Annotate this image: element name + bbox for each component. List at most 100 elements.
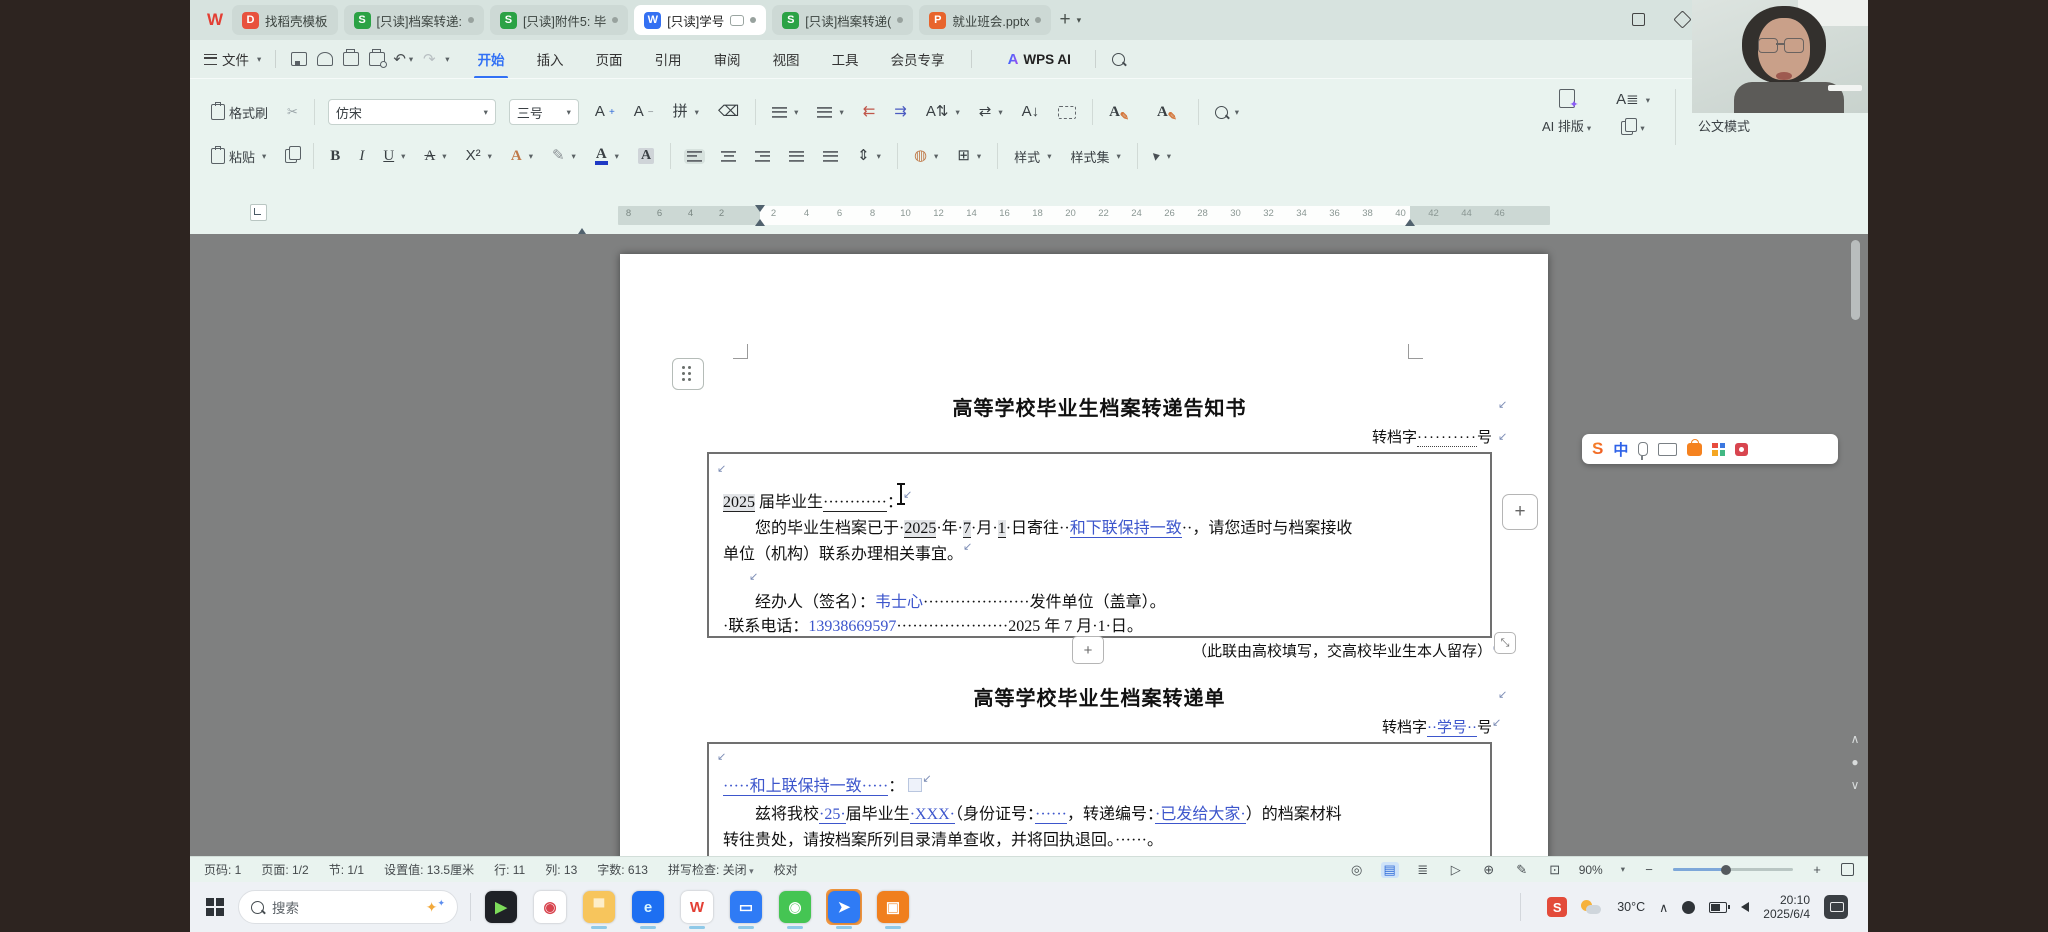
skin-grid-icon[interactable] xyxy=(1712,443,1725,456)
ime-toolbar[interactable]: S 中 xyxy=(1582,434,1838,464)
align-center-button[interactable] xyxy=(718,149,739,164)
document-tab[interactable]: P 就业班会.pptx xyxy=(919,5,1051,35)
restore-window-button[interactable] xyxy=(1628,9,1648,29)
taskbar-app[interactable]: W xyxy=(679,889,715,925)
zoom-out-button[interactable]: − xyxy=(1640,862,1658,877)
toolbox-icon[interactable] xyxy=(1687,443,1702,456)
bullet-list-button[interactable]: ▾ xyxy=(769,105,801,120)
zoom-slider-knob[interactable] xyxy=(1721,865,1731,875)
sticker-icon[interactable] xyxy=(1735,443,1748,456)
sort-button[interactable]: A↓ xyxy=(1019,101,1043,123)
menu-item[interactable]: 引用 xyxy=(653,41,684,77)
page-view-icon[interactable]: ▤ xyxy=(1381,862,1399,878)
status-item[interactable]: 拼写检查: 关闭 xyxy=(668,861,754,878)
outline-view-icon[interactable]: ≣ xyxy=(1414,862,1432,878)
tab-unsaved-dot[interactable] xyxy=(897,17,903,23)
taskbar-search[interactable]: 搜索 ✦✦ xyxy=(238,890,458,924)
paste-button[interactable]: 粘贴 ▾ xyxy=(208,145,269,168)
ime-tray-icon[interactable]: S xyxy=(1547,897,1567,917)
field-transfer-number[interactable]: ·已发给大家· xyxy=(1155,806,1246,824)
insert-object-button[interactable]: + xyxy=(1502,494,1538,530)
line-spacing-button[interactable]: ⇕▾ xyxy=(854,145,884,167)
search-button[interactable] xyxy=(1106,47,1132,71)
tray-dot-icon[interactable] xyxy=(1682,901,1695,914)
field-consistency-link[interactable]: ·····和上联保持一致····· xyxy=(723,778,888,796)
taskbar-app[interactable]: e xyxy=(630,889,666,925)
web-view-icon[interactable]: ⊕ xyxy=(1480,862,1498,878)
menu-item[interactable]: 视图 xyxy=(771,41,802,77)
fullscreen-icon[interactable] xyxy=(1841,863,1854,876)
copy-button[interactable] xyxy=(282,147,300,165)
horizontal-ruler[interactable]: 8642 24681012141618202224262830323436384… xyxy=(618,206,1550,225)
character-shading-button[interactable]: A xyxy=(635,146,657,166)
field-student-name[interactable]: ·XXX· xyxy=(910,806,955,824)
taskbar-app[interactable]: ▶ xyxy=(483,889,519,925)
text-direction-button[interactable]: ⇄▾ xyxy=(976,101,1006,123)
status-item[interactable]: 校对 xyxy=(774,861,798,878)
zoom-in-button[interactable]: + xyxy=(1808,862,1826,877)
find-replace-button[interactable]: ▾ xyxy=(1212,104,1242,121)
tab-stop-selector[interactable] xyxy=(250,204,267,221)
hanging-indent-marker[interactable] xyxy=(755,219,765,226)
align-right-button[interactable] xyxy=(752,149,773,164)
tab-unsaved-dot[interactable] xyxy=(612,17,618,23)
phonetic-guide-button[interactable]: 拼▾ xyxy=(670,101,702,123)
menu-item[interactable]: 会员专享 xyxy=(889,41,947,77)
edit-style-button[interactable]: A xyxy=(1154,102,1171,123)
new-tab-button[interactable]: + xyxy=(1059,9,1070,31)
status-item[interactable]: 页码: 1 xyxy=(204,861,241,878)
document-page[interactable]: 高等学校毕业生档案转递告知书 ↙ 转档字··········号 ↙ ↙ 2025… xyxy=(620,254,1548,856)
volume-icon[interactable] xyxy=(1741,902,1749,912)
increase-font-button[interactable]: A+ xyxy=(592,101,618,123)
align-left-button[interactable] xyxy=(684,149,705,164)
document-tab[interactable]: D 找稻壳模板 xyxy=(232,5,338,35)
cut-button[interactable]: ✂ xyxy=(284,102,301,122)
microphone-icon[interactable] xyxy=(1638,442,1648,456)
highlight-color-button[interactable]: ✎▾ xyxy=(549,145,579,167)
menu-item[interactable]: 开始 xyxy=(476,41,507,77)
quick-access-dropdown[interactable]: ▾ xyxy=(445,54,449,65)
underline-button[interactable]: U▾ xyxy=(380,145,408,167)
field-handler-name[interactable]: 韦士心 xyxy=(875,594,923,611)
ime-mode-indicator[interactable]: 中 xyxy=(1613,439,1628,460)
tab-unsaved-dot[interactable] xyxy=(1035,17,1041,23)
document-tab[interactable]: S [只读]档案转递( xyxy=(772,5,913,35)
numbered-list-button[interactable]: ▾ xyxy=(814,105,846,120)
text-effects-button[interactable]: A▾ xyxy=(508,145,536,167)
table-move-handle[interactable] xyxy=(672,358,704,390)
taskbar-clock[interactable]: 20:10 2025/6/4 xyxy=(1763,893,1810,921)
borders-button[interactable]: ⊞▾ xyxy=(954,145,984,167)
focus-mode-icon[interactable]: ⊡ xyxy=(1546,862,1564,878)
redo-button[interactable]: ↷ xyxy=(416,47,442,71)
field-phone-number[interactable]: 13938669597 xyxy=(808,618,896,635)
decrease-font-button[interactable]: A− xyxy=(631,101,657,123)
decrease-indent-button[interactable]: ⇇ xyxy=(860,101,879,123)
document-tab[interactable]: S [只读]附件5: 毕 xyxy=(490,5,628,35)
keyboard-icon[interactable] xyxy=(1658,443,1677,456)
play-view-icon[interactable]: ▷ xyxy=(1447,862,1465,878)
font-size-select[interactable]: 三号 ▾ xyxy=(509,99,579,125)
eye-protection-icon[interactable]: ◎ xyxy=(1348,862,1366,878)
field-day[interactable]: 1 xyxy=(998,520,1006,538)
font-name-select[interactable]: 仿宋 ▾ xyxy=(328,99,496,125)
field-grad-year[interactable]: 2025 xyxy=(723,494,755,512)
selection-pane-button[interactable]: ▾ xyxy=(1618,119,1647,137)
superscript-button[interactable]: X²▾ xyxy=(463,145,495,167)
file-menu-button[interactable]: 文件 ▾ xyxy=(204,49,261,69)
tab-unsaved-dot[interactable] xyxy=(750,17,756,23)
table-resize-button[interactable]: ⤡ xyxy=(1494,632,1516,654)
previous-page-button[interactable]: ∧ xyxy=(1851,732,1860,746)
taskbar-app[interactable]: ▀ xyxy=(581,889,617,925)
scrollbar-thumb[interactable] xyxy=(1851,240,1860,320)
status-item[interactable]: 节: 1/1 xyxy=(329,861,364,878)
text-layout-button[interactable]: A≣▾ xyxy=(1613,89,1653,111)
taskbar-app[interactable]: ◉ xyxy=(532,889,568,925)
menu-item[interactable]: 审阅 xyxy=(712,41,743,77)
field-class-year[interactable]: ·25· xyxy=(819,806,846,824)
italic-button[interactable]: I xyxy=(356,145,367,167)
next-page-button[interactable]: ∨ xyxy=(1851,778,1860,792)
status-item[interactable]: 行: 11 xyxy=(494,861,525,878)
field-student-id[interactable]: ··学号·· xyxy=(1427,720,1477,737)
taskbar-app[interactable]: ➤ xyxy=(826,889,862,925)
menu-item[interactable]: 插入 xyxy=(535,41,566,77)
